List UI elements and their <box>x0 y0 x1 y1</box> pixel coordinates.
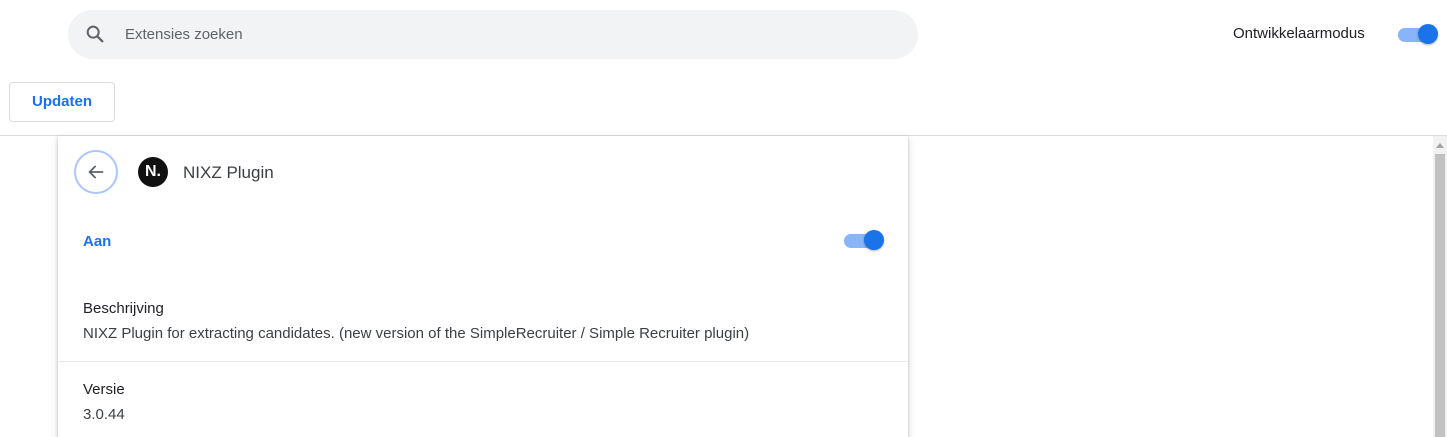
search-icon <box>86 25 104 43</box>
version-value: 3.0.44 <box>83 406 125 423</box>
description-title: Beschrijving <box>83 300 164 317</box>
extension-logo-icon: N. <box>138 157 168 187</box>
extension-name: NIXZ Plugin <box>183 163 274 182</box>
version-title: Versie <box>83 381 125 398</box>
developer-mode-toggle[interactable] <box>1398 23 1438 45</box>
scroll-up-arrow-icon[interactable] <box>1436 143 1444 148</box>
extension-status-label: Aan <box>83 233 112 250</box>
vertical-scrollbar[interactable] <box>1433 136 1447 437</box>
extension-detail-card: N. NIXZ Plugin Aan Beschrijving NIXZ Plu… <box>58 136 908 437</box>
section-divider <box>58 361 908 362</box>
description-text: NIXZ Plugin for extracting candidates. (… <box>83 325 750 342</box>
extensions-page: Ontwikkelaarmodus Updaten N. NIXZ Plugin… <box>0 0 1447 437</box>
search-input[interactable] <box>125 10 885 59</box>
toggle-knob <box>1418 24 1438 44</box>
developer-mode-label: Ontwikkelaarmodus <box>1233 25 1365 42</box>
back-button[interactable] <box>74 150 118 194</box>
extension-enable-toggle[interactable] <box>844 229 884 251</box>
update-button[interactable]: Updaten <box>9 82 115 122</box>
search-bar[interactable] <box>68 10 918 59</box>
toggle-knob <box>864 230 884 250</box>
arrow-left-icon <box>88 165 104 179</box>
scrollbar-thumb[interactable] <box>1435 154 1445 437</box>
